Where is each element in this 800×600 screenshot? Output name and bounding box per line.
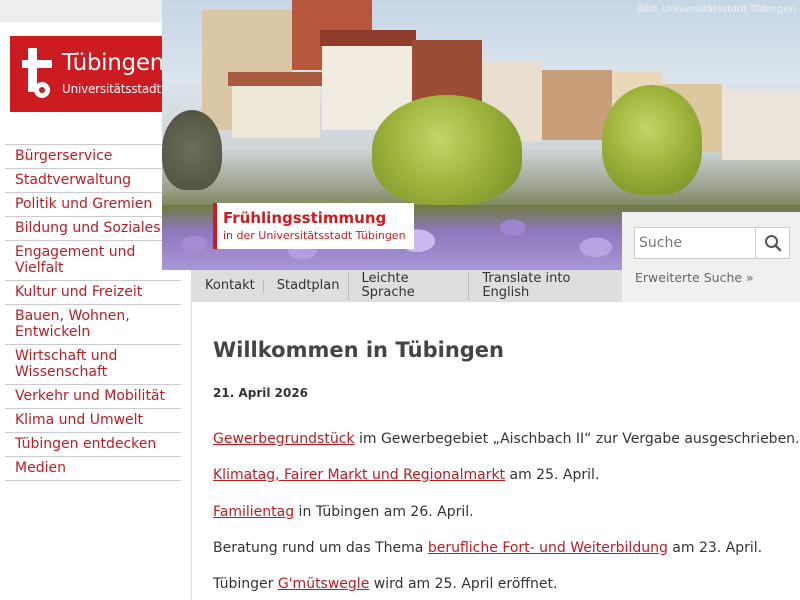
logo-subtitle: Universitätsstadt bbox=[62, 82, 161, 96]
main-content: Willkommen in Tübingen 21. April 2026 Ge… bbox=[192, 302, 800, 600]
nav-item-politik[interactable]: Politik und Gremien bbox=[5, 193, 181, 217]
search-area: Erweiterte Suche » bbox=[622, 212, 800, 310]
quicklink-leichte-sprache[interactable]: Leichte Sprache bbox=[347, 272, 469, 300]
quicklinks-bar: Kontakt Stadtplan Leichte Sprache Transl… bbox=[192, 270, 622, 302]
main-nav: Bürgerservice Stadtverwaltung Politik un… bbox=[5, 144, 181, 481]
nav-item-verkehr[interactable]: Verkehr und Mobilität bbox=[5, 385, 181, 409]
hero-house bbox=[722, 90, 800, 160]
hero-tree bbox=[162, 110, 222, 190]
news-link[interactable]: Familientag bbox=[213, 504, 294, 520]
hero-willow-tree bbox=[602, 85, 702, 195]
search-input[interactable] bbox=[635, 228, 755, 258]
nav-item-buergerservice[interactable]: Bürgerservice bbox=[5, 145, 181, 169]
advanced-search-link[interactable]: Erweiterte Suche » bbox=[635, 270, 754, 285]
hero-roof bbox=[228, 72, 324, 86]
hero-caption[interactable]: Frühlingsstimmung in der Universitätssta… bbox=[213, 203, 414, 249]
nav-item-entdecken[interactable]: Tübingen entdecken bbox=[5, 433, 181, 457]
news-item: Beratung rund um das Thema berufliche Fo… bbox=[213, 540, 763, 556]
quicklink-kontakt[interactable]: Kontakt bbox=[192, 279, 263, 293]
search-button[interactable] bbox=[755, 228, 789, 258]
hero-caption-title: Frühlingsstimmung bbox=[223, 209, 387, 227]
nav-item-medien[interactable]: Medien bbox=[5, 457, 181, 481]
nav-item-bildung[interactable]: Bildung und Soziales bbox=[5, 217, 181, 241]
hero-roof bbox=[320, 30, 416, 46]
news-link[interactable]: Klimatag, Fairer Markt und Regionalmarkt bbox=[213, 467, 505, 483]
news-item: Klimatag, Fairer Markt und Regionalmarkt… bbox=[213, 467, 600, 483]
logo-t-icon bbox=[22, 48, 52, 98]
nav-item-wirtschaft[interactable]: Wirtschaft und Wissenschaft bbox=[5, 345, 181, 385]
news-date: 21. April 2026 bbox=[213, 386, 309, 400]
hero-house bbox=[232, 78, 320, 138]
page-title: Willkommen in Tübingen bbox=[213, 338, 504, 362]
quicklink-stadtplan[interactable]: Stadtplan bbox=[262, 279, 348, 293]
nav-item-engagement[interactable]: Engagement und Vielfalt bbox=[5, 241, 181, 281]
search-icon bbox=[764, 235, 781, 252]
nav-item-stadtverwaltung[interactable]: Stadtverwaltung bbox=[5, 169, 181, 193]
news-link[interactable]: G'mütswegle bbox=[278, 576, 369, 592]
news-link[interactable]: Gewerbegrundstück bbox=[213, 431, 355, 447]
logo-title: Tübingen bbox=[62, 50, 164, 76]
image-credit: Bild: Universitätsstadt Tübingen bbox=[636, 4, 796, 15]
quicklink-translate[interactable]: Translate into English bbox=[468, 272, 622, 300]
hero-house bbox=[542, 70, 612, 140]
news-item: Tübinger G'mütswegle wird am 25. April e… bbox=[213, 576, 558, 592]
news-item: Gewerbegrundstück im Gewerbegebiet „Aisc… bbox=[213, 431, 800, 447]
news-item: Familientag in Tübingen am 26. April. bbox=[213, 504, 474, 520]
search-box bbox=[634, 227, 790, 259]
city-logo[interactable]: Tübingen Universitätsstadt bbox=[10, 36, 181, 112]
nav-item-kultur[interactable]: Kultur und Freizeit bbox=[5, 281, 181, 305]
hero-willow-tree bbox=[372, 95, 522, 205]
nav-item-klima[interactable]: Klima und Umwelt bbox=[5, 409, 181, 433]
news-link[interactable]: berufliche Fort- und Weiterbildung bbox=[428, 540, 668, 556]
hero-caption-subtitle: in der Universitätsstadt Tübingen bbox=[223, 229, 406, 242]
nav-item-bauen[interactable]: Bauen, Wohnen, Entwickeln bbox=[5, 305, 181, 345]
